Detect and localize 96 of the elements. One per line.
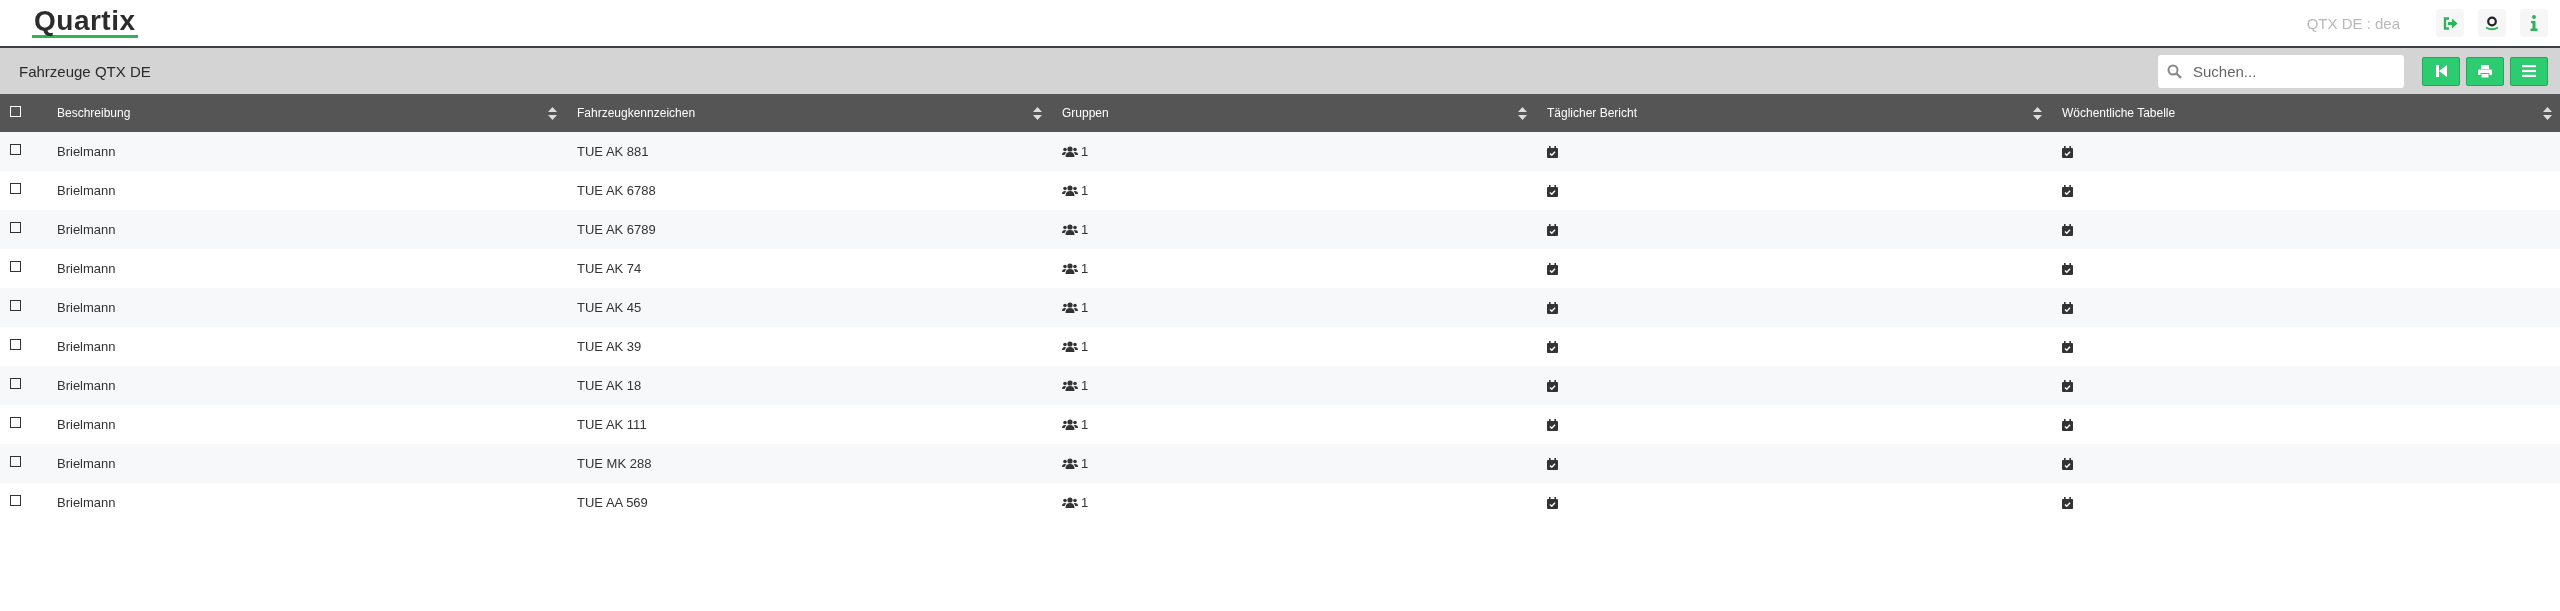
- sort-icon[interactable]: [1518, 106, 1527, 120]
- search-field[interactable]: Suchen...: [2158, 54, 2404, 88]
- table-cell: TUE AK 45: [577, 300, 642, 315]
- printer-icon: [2478, 64, 2492, 78]
- column-header[interactable]: Wöchentliche Tabelle: [2062, 106, 2543, 120]
- users-icon: [1062, 458, 1078, 469]
- table-cell: 1: [1081, 417, 1089, 432]
- info-icon: [2530, 15, 2538, 31]
- table-cell: Brielmann: [57, 339, 116, 354]
- select-all-checkbox[interactable]: [10, 105, 21, 117]
- calendar-check-icon: [1547, 418, 1558, 431]
- calendar-check-icon: [1547, 379, 1558, 392]
- q-logo-icon: [2485, 15, 2499, 31]
- calendar-check-icon: [1547, 262, 1558, 275]
- table-cell: TUE AK 18: [577, 378, 642, 393]
- table-cell: Brielmann: [57, 417, 116, 432]
- users-icon: [1062, 263, 1078, 274]
- table-cell: TUE AK 881: [577, 144, 649, 159]
- sort-icon[interactable]: [2033, 106, 2042, 120]
- menu-icon: [2522, 65, 2536, 77]
- menu-button[interactable]: [2510, 56, 2548, 86]
- row-checkbox[interactable]: [10, 378, 21, 389]
- profile-button[interactable]: [2478, 9, 2506, 37]
- sort-icon[interactable]: [1033, 106, 1042, 120]
- row-checkbox[interactable]: [10, 183, 21, 194]
- table-cell: Brielmann: [57, 261, 116, 276]
- table-cell: 1: [1081, 378, 1089, 393]
- table-cell: Brielmann: [57, 222, 116, 237]
- table-cell: 1: [1081, 261, 1089, 276]
- users-icon: [1062, 497, 1078, 508]
- calendar-check-icon: [2062, 496, 2073, 509]
- table-cell: Brielmann: [57, 183, 116, 198]
- row-checkbox[interactable]: [10, 339, 21, 350]
- table-cell: 1: [1081, 339, 1089, 354]
- logo: Quartix: [32, 8, 138, 38]
- calendar-check-icon: [1547, 340, 1558, 353]
- row-checkbox[interactable]: [10, 144, 21, 155]
- users-icon: [1062, 302, 1078, 313]
- table-cell: 1: [1081, 456, 1089, 471]
- table-cell: 1: [1081, 222, 1089, 237]
- calendar-check-icon: [2062, 418, 2073, 431]
- users-icon: [1062, 419, 1078, 430]
- calendar-check-icon: [2062, 223, 2073, 236]
- table-cell: TUE AA 569: [577, 495, 648, 510]
- table-cell: 1: [1081, 300, 1089, 315]
- calendar-check-icon: [2062, 262, 2073, 275]
- table-cell: 1: [1081, 144, 1089, 159]
- row-checkbox[interactable]: [10, 456, 21, 467]
- table-cell: TUE AK 39: [577, 339, 642, 354]
- users-icon: [1062, 146, 1078, 157]
- calendar-check-icon: [2062, 184, 2073, 197]
- logout-icon: [2442, 16, 2458, 30]
- calendar-check-icon: [2062, 457, 2073, 470]
- table-cell: Brielmann: [57, 144, 116, 159]
- search-icon: [2167, 63, 2182, 79]
- row-checkbox[interactable]: [10, 495, 21, 506]
- calendar-check-icon: [2062, 301, 2073, 314]
- row-checkbox[interactable]: [10, 417, 21, 428]
- calendar-check-icon: [2062, 379, 2073, 392]
- page-title: Fahrzeuge QTX DE: [19, 62, 151, 80]
- users-icon: [1062, 380, 1078, 391]
- calendar-check-icon: [1547, 184, 1558, 197]
- print-button[interactable]: [2466, 56, 2504, 86]
- calendar-check-icon: [1547, 457, 1558, 470]
- row-checkbox[interactable]: [10, 222, 21, 233]
- table-cell: 1: [1081, 495, 1089, 510]
- table-cell: Brielmann: [57, 495, 116, 510]
- sort-icon[interactable]: [2543, 106, 2552, 120]
- users-icon: [1062, 224, 1078, 235]
- calendar-check-icon: [1547, 223, 1558, 236]
- row-checkbox[interactable]: [10, 261, 21, 272]
- table-cell: TUE AK 111: [577, 417, 647, 432]
- users-icon: [1062, 185, 1078, 196]
- table-cell: TUE AK 74: [577, 261, 642, 276]
- skip-back-icon: [2435, 65, 2447, 77]
- calendar-check-icon: [2062, 340, 2073, 353]
- calendar-check-icon: [1547, 301, 1558, 314]
- sort-icon[interactable]: [548, 106, 557, 120]
- account-label: QTX DE : dea: [2306, 14, 2400, 32]
- users-icon: [1062, 341, 1078, 352]
- column-header[interactable]: Gruppen: [1062, 106, 1518, 120]
- table-cell: Brielmann: [57, 300, 116, 315]
- table-cell: TUE AK 6788: [577, 183, 656, 198]
- calendar-check-icon: [2062, 145, 2073, 158]
- first-page-button[interactable]: [2422, 56, 2460, 86]
- column-header[interactable]: Fahrzeugkennzeichen: [577, 106, 1033, 120]
- table-cell: TUE AK 6789: [577, 222, 656, 237]
- table-cell: Brielmann: [57, 456, 116, 471]
- table-cell: Brielmann: [57, 378, 116, 393]
- calendar-check-icon: [1547, 145, 1558, 158]
- calendar-check-icon: [1547, 496, 1558, 509]
- table-cell: 1: [1081, 183, 1089, 198]
- column-header[interactable]: Beschreibung: [57, 106, 548, 120]
- column-header[interactable]: Täglicher Bericht: [1547, 106, 2033, 120]
- row-checkbox[interactable]: [10, 300, 21, 311]
- table-cell: TUE MK 288: [577, 456, 652, 471]
